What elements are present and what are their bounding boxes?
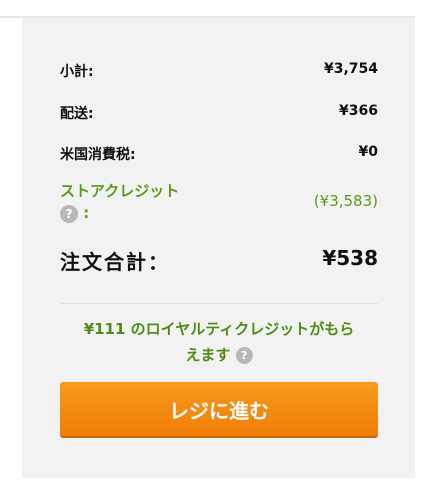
store-credit-value: (¥3,583): [313, 192, 378, 210]
store-credit-row: ストアクレジット ? : (¥3,583): [60, 180, 378, 224]
royalty-message-line1: ¥111 のロイヤルティクレジットがもら: [83, 320, 355, 338]
tax-label: 米国消費税:: [60, 147, 136, 163]
order-total-row: 注文合計： ¥538: [60, 246, 378, 275]
subtotal-value: ¥3,754: [323, 61, 378, 77]
order-total-label: 注文合計：: [60, 250, 170, 274]
shipping-label: 配送:: [60, 106, 94, 122]
store-credit-label: ストアクレジット ? :: [60, 180, 179, 224]
store-credit-label-text: ストアクレジット: [60, 182, 180, 200]
help-icon[interactable]: ?: [60, 204, 78, 223]
shipping-value: ¥366: [339, 103, 378, 119]
royalty-message-line2: えます: [185, 346, 231, 364]
proceed-to-checkout-button[interactable]: レジに進む: [60, 382, 378, 436]
tax-value: ¥0: [358, 144, 378, 160]
store-credit-label-suffix: :: [83, 204, 90, 222]
summary-divider: [60, 303, 378, 304]
royalty-credit-message: ¥111 のロイヤルティクレジットがもら えます ?: [60, 316, 378, 368]
subtotal-row: 小計: ¥3,754: [60, 61, 378, 81]
help-icon[interactable]: ?: [235, 347, 253, 364]
tax-row: 米国消費税: ¥0: [60, 144, 378, 164]
shipping-row: 配送: ¥366: [60, 103, 378, 123]
order-total-value: ¥538: [322, 246, 378, 270]
subtotal-label: 小計:: [60, 64, 94, 80]
order-summary-panel: 小計: ¥3,754 配送: ¥366 米国消費税: ¥0 ストアクレジット ?…: [22, 18, 415, 478]
